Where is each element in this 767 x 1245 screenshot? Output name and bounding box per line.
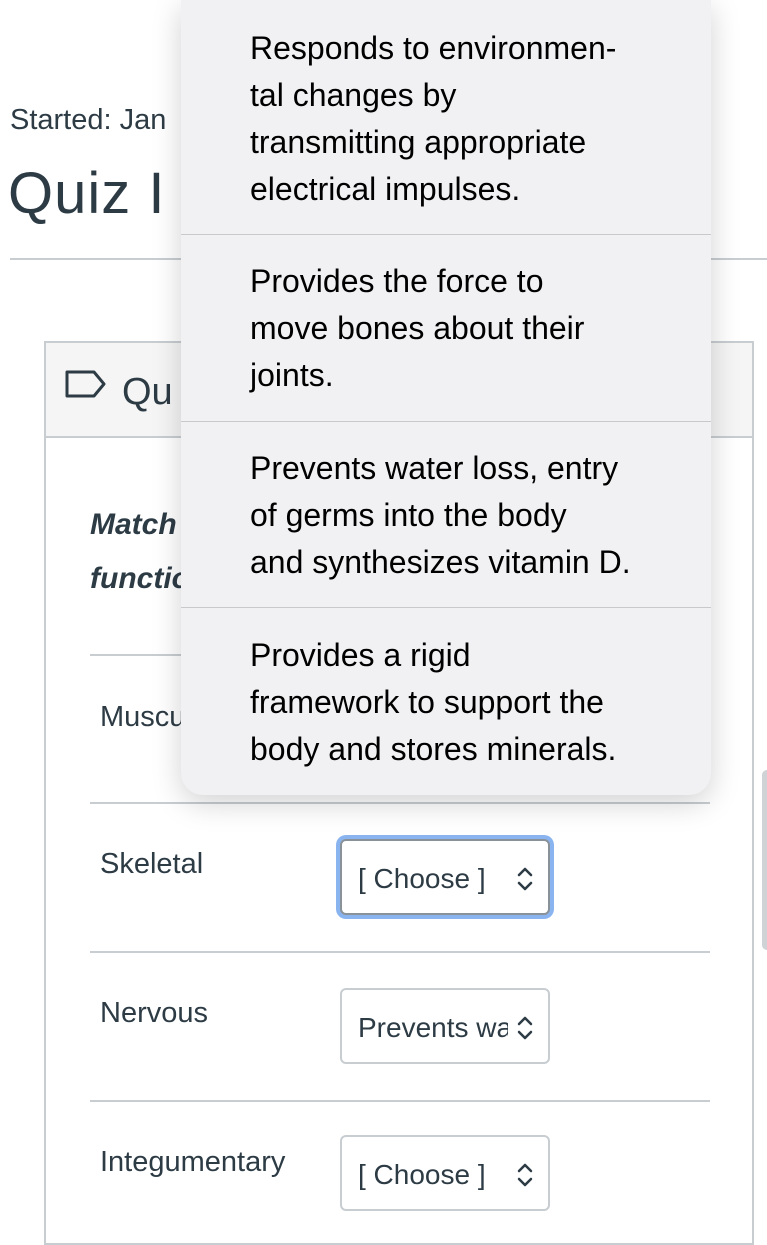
- option-line: and synthesizes vitamin D.: [250, 544, 631, 580]
- option-text: Provides a rigid framework to support th…: [250, 632, 690, 773]
- started-timestamp: Started: Jan: [10, 104, 167, 136]
- option-line: move bones about their: [250, 310, 585, 346]
- option-text: Prevents water loss, entry of germs into…: [250, 445, 690, 586]
- dropdown-option[interactable]: Responds to environmen- tal changes by t…: [181, 0, 711, 235]
- question-instructions: Match functio: [90, 498, 190, 606]
- option-line: transmitting appropriate: [250, 124, 587, 160]
- option-line: electrical impulses.: [250, 171, 521, 207]
- up-down-chevron-icon: [517, 1016, 533, 1040]
- dropdown-option[interactable]: Provides a rigid framework to support th…: [181, 608, 711, 795]
- option-line: Provides a rigid: [250, 637, 471, 673]
- question-number-label: Qu: [122, 371, 173, 413]
- option-line: of germs into the body: [250, 497, 567, 533]
- select-value: [ Choose ]: [358, 863, 486, 894]
- select-value: Prevents wa: [358, 1012, 508, 1043]
- match-label-muscular: Muscu: [100, 701, 186, 733]
- option-line: framework to support the: [250, 684, 604, 720]
- option-line: Prevents water loss, entry: [250, 450, 619, 486]
- match-label-skeletal: Skeletal: [100, 848, 204, 880]
- select-value: [ Choose ]: [358, 1159, 486, 1190]
- dropdown-option[interactable]: Provides the force to move bones about t…: [181, 235, 711, 421]
- option-line: tal changes by: [250, 77, 457, 113]
- match-label-integumentary: Integumentary: [100, 1146, 286, 1178]
- up-down-chevron-icon: [517, 867, 533, 891]
- option-line: Provides the force to: [250, 263, 544, 299]
- row-divider: [90, 951, 710, 953]
- match-label-nervous: Nervous: [100, 997, 208, 1029]
- instructions-line: functio: [90, 562, 190, 595]
- up-down-chevron-icon: [517, 1163, 533, 1187]
- option-line: Responds to environmen-: [250, 30, 617, 66]
- option-text: Responds to environmen- tal changes by t…: [250, 25, 690, 213]
- option-line: body and stores minerals.: [250, 731, 617, 767]
- nervous-answer-select[interactable]: Prevents wa: [340, 988, 550, 1064]
- integumentary-answer-select[interactable]: [ Choose ]: [340, 1135, 550, 1211]
- instructions-line: Match: [90, 508, 177, 541]
- dropdown-option[interactable]: Prevents water loss, entry of germs into…: [181, 422, 711, 607]
- page-title: Quiz I: [8, 161, 166, 226]
- row-divider: [90, 802, 710, 804]
- row-divider: [90, 1100, 710, 1102]
- option-line: joints.: [250, 357, 334, 393]
- skeletal-answer-select[interactable]: [ Choose ]: [340, 839, 550, 915]
- flag-question-icon[interactable]: [64, 369, 108, 399]
- scrollbar[interactable]: [762, 770, 767, 950]
- option-text: Provides the force to move bones about t…: [250, 258, 690, 399]
- dropdown-popover: Responds to environmen- tal changes by t…: [181, 0, 711, 795]
